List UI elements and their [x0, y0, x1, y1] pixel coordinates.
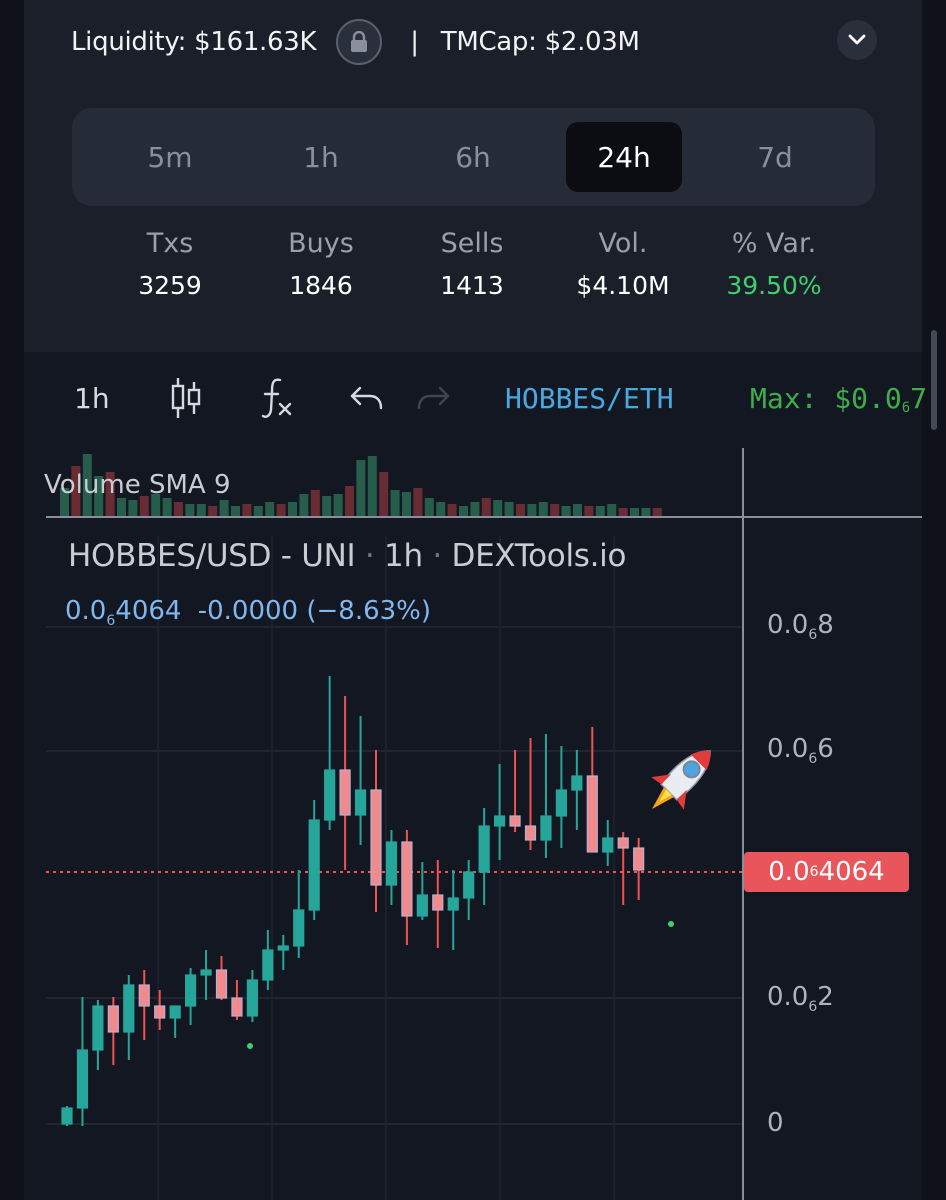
quote-price-tail: 4064	[115, 596, 182, 626]
liquidity-value: $161.63K	[194, 27, 317, 57]
chart-title: HOBBES/USD - UNI · 1h · DEXTools.io	[68, 538, 626, 574]
title-interval: 1h	[384, 538, 423, 574]
max-sub: 6	[901, 400, 911, 416]
title-pair: HOBBES/USD	[68, 538, 272, 574]
stat-value: 39.50%	[726, 271, 822, 300]
quote-pct: (−8.63%)	[306, 596, 432, 626]
title-dash: -	[280, 538, 292, 574]
tmcap-label: TMCap:	[440, 27, 537, 57]
liquidity-label: Liquidity:	[71, 27, 187, 57]
undo-icon[interactable]	[348, 376, 384, 420]
axis-sub: 6	[808, 751, 818, 768]
price-axis-label: 0.068	[767, 610, 834, 643]
lock-icon[interactable]	[336, 19, 383, 65]
token-stats-panel: Liquidity: $161.63K | TMCap: $2.03M 5m 1…	[24, 0, 922, 352]
price-axis-label: 0.062	[767, 982, 834, 1015]
axis-sub: 6	[808, 627, 818, 644]
pair-selector[interactable]: HOBBES/ETH	[505, 376, 674, 420]
tab-24h[interactable]: 24h	[566, 122, 682, 192]
indicators-icon[interactable]	[260, 376, 296, 420]
max-tail: 7	[910, 381, 928, 415]
tag-tail: 4064	[818, 857, 885, 887]
stat-value: $4.10M	[576, 271, 670, 300]
stat-label: % Var.	[731, 228, 817, 259]
tmcap-value: $2.03M	[544, 27, 640, 57]
stat-var: % Var. 39.50%	[699, 228, 849, 300]
stat-label: Buys	[288, 228, 354, 259]
redo-icon[interactable]	[416, 376, 452, 420]
stat-value: 3259	[138, 271, 202, 300]
stat-sells: Sells 1413	[397, 228, 547, 300]
title-dex: UNI	[301, 538, 356, 574]
stat-label: Sells	[440, 228, 504, 259]
stat-vol: Vol. $4.10M	[548, 228, 698, 300]
tag-sub: 6	[809, 864, 819, 880]
max-label: Max: $0.0	[750, 381, 902, 415]
axis-tail: 6	[817, 734, 834, 764]
chart-toolbar: 1h HOBBES/ETH Max: $0.0 6 7	[24, 352, 927, 444]
tab-7d[interactable]: 7d	[717, 122, 833, 192]
rocket-icon	[651, 750, 711, 810]
axis-tail: 8	[817, 610, 834, 640]
quote-price-prefix: 0.0	[65, 596, 107, 626]
stat-txs: Txs 3259	[95, 228, 245, 300]
axis-tail: 2	[817, 982, 834, 1012]
title-dot: ·	[364, 538, 375, 574]
candles-icon[interactable]	[168, 376, 204, 420]
axis-prefix: 0.0	[767, 982, 809, 1012]
chevron-down-icon[interactable]	[837, 20, 877, 60]
title-dot: ·	[432, 538, 442, 574]
stats-row: Txs 3259 Buys 1846 Sells 1413 Vol. $4.10…	[24, 228, 922, 318]
price-quote: 0.064064 -0.0000 (−8.63%)	[65, 596, 431, 629]
title-source: DEXTools.io	[451, 538, 627, 574]
axis-sub: 6	[808, 999, 818, 1016]
quote-change: -0.0000	[197, 596, 299, 626]
axis-prefix: 0	[767, 1108, 784, 1138]
axis-prefix: 0.0	[767, 734, 809, 764]
stat-label: Txs	[146, 228, 194, 259]
scrollbar[interactable]	[930, 0, 938, 1200]
tab-5m[interactable]: 5m	[112, 122, 228, 192]
last-price-tag: 0.0 6 4064	[744, 852, 909, 892]
quote-price-sub: 6	[106, 613, 116, 630]
price-axis-label: 0.066	[767, 734, 834, 767]
scrollbar-thumb[interactable]	[931, 330, 937, 430]
axis-prefix: 0.0	[767, 610, 809, 640]
tab-1h[interactable]: 1h	[263, 122, 379, 192]
volume-sma-label: Volume SMA 9	[44, 470, 231, 500]
stat-value: 1846	[289, 271, 353, 300]
max-price: Max: $0.0 6 7	[750, 376, 927, 420]
liquidity-row: Liquidity: $161.63K | TMCap: $2.03M	[71, 18, 640, 66]
timeframe-selector: 5m 1h 6h 24h 7d	[72, 108, 875, 206]
tab-6h[interactable]: 6h	[415, 122, 531, 192]
stat-buys: Buys 1846	[246, 228, 396, 300]
stat-value: 1413	[440, 271, 504, 300]
interval-button[interactable]: 1h	[74, 376, 110, 420]
stat-label: Vol.	[598, 228, 648, 259]
price-axis-label: 0	[767, 1108, 784, 1138]
separator: |	[410, 27, 419, 57]
tag-prefix: 0.0	[768, 857, 810, 887]
